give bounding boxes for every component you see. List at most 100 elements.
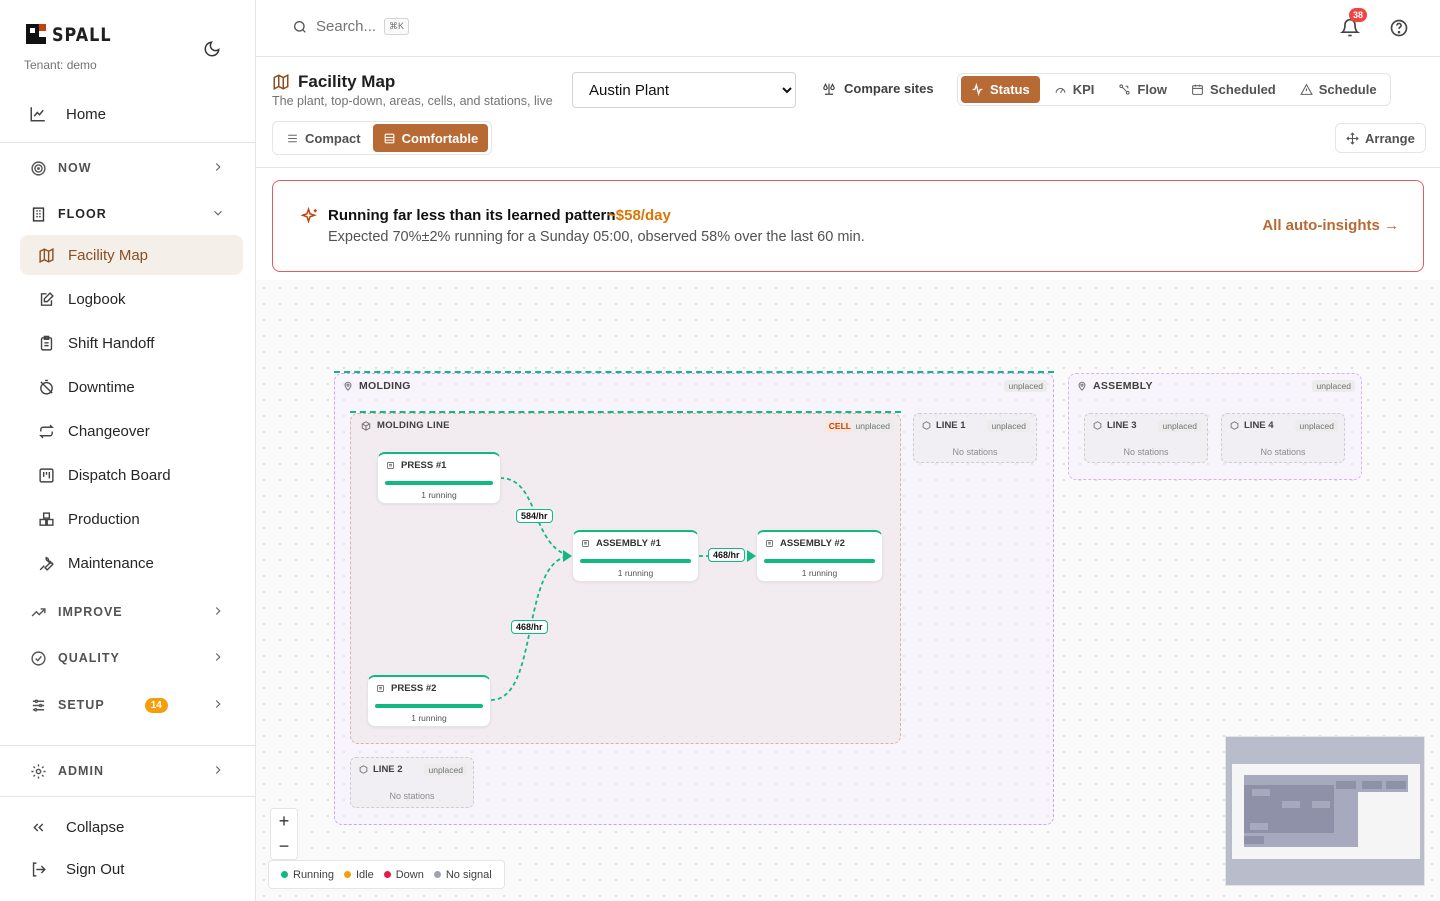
flow-rate-label: 468/hr <box>511 620 548 634</box>
sidebar-item-label: Logbook <box>68 290 126 308</box>
area-header: ASSEMBLY <box>1077 380 1153 392</box>
sidebar-item-downtime[interactable]: Downtime <box>20 367 243 407</box>
minimap-station <box>1252 789 1270 796</box>
site-select[interactable]: Austin Plant <box>572 72 796 108</box>
gear-icon <box>28 761 48 781</box>
minimap-line <box>1362 781 1382 789</box>
page-title: Facility Map <box>272 72 395 92</box>
station-assembly-2[interactable]: ASSEMBLY #2 1 running <box>756 530 883 582</box>
top-bar: Search... ⌘K 38 <box>256 0 1440 57</box>
cube-icon <box>1230 421 1239 430</box>
no-stations-text: No stations <box>1123 447 1169 457</box>
minimap-station <box>1250 823 1268 830</box>
line-2[interactable]: LINE 2 unplaced No stations <box>350 757 474 808</box>
unplaced-badge: unplaced <box>987 420 1030 432</box>
zoom-in-button[interactable]: + <box>271 809 297 834</box>
page-title-text: Facility Map <box>298 72 396 91</box>
all-auto-insights-link[interactable]: All auto-insights → <box>1262 217 1399 234</box>
sidebar-group-now[interactable]: NOW <box>20 148 243 188</box>
arrange-label: Arrange <box>1365 130 1415 146</box>
sidebar-item-logbook[interactable]: Logbook <box>20 279 243 319</box>
sidebar: SPALL Tenant: demo Home NOW FLOOR Facili… <box>0 0 256 901</box>
station-name: ASSEMBLY #2 <box>780 538 845 549</box>
station-status: 1 running <box>411 713 447 723</box>
line-4[interactable]: LINE 4 unplaced No stations <box>1221 413 1345 463</box>
legend-down: Down <box>383 868 424 881</box>
density-compact[interactable]: Compact <box>276 124 371 152</box>
tab-status[interactable]: Status <box>961 76 1040 103</box>
down-dot <box>383 870 391 878</box>
sidebar-group-label: FLOOR <box>58 207 107 221</box>
logo-icon <box>26 24 46 44</box>
boxes-icon <box>36 509 56 529</box>
sidebar-group-quality[interactable]: QUALITY <box>20 638 243 678</box>
station-press-1[interactable]: PRESS #1 1 running <box>377 452 501 504</box>
logout-icon <box>28 859 48 879</box>
pin-icon <box>344 381 352 391</box>
collapse-label: Collapse <box>66 818 125 836</box>
minimap[interactable] <box>1225 736 1425 886</box>
dark-mode-toggle-icon[interactable] <box>203 40 221 58</box>
map-icon <box>36 245 56 265</box>
legend-no-signal: No signal <box>433 869 492 881</box>
machine-icon <box>387 462 394 469</box>
calendar-icon <box>1192 84 1203 95</box>
tab-label: KPI <box>1072 82 1095 97</box>
activity-icon <box>972 83 983 96</box>
legend-running: Running <box>281 869 334 881</box>
station-status: 1 running <box>801 568 838 578</box>
sidebar-group-floor[interactable]: FLOOR <box>20 194 243 234</box>
sidebar-item-label: Production <box>68 510 140 528</box>
cube-icon <box>1093 421 1102 430</box>
station-header: ASSEMBLY #2 <box>765 538 845 549</box>
sparkles-icon <box>301 207 317 224</box>
sidebar-group-setup[interactable]: SETUP 14 <box>20 685 243 725</box>
sidebar-item-maintenance[interactable]: Maintenance <box>20 543 243 583</box>
sidebar-item-changeover[interactable]: Changeover <box>20 411 243 451</box>
no-stations-text: No stations <box>952 447 998 457</box>
unplaced-badge: unplaced <box>851 420 894 432</box>
check-circle-icon <box>28 648 48 668</box>
tab-kpi[interactable]: KPI <box>1044 76 1105 103</box>
tab-scheduled[interactable]: Scheduled <box>1181 76 1286 103</box>
density-comfortable[interactable]: Comfortable <box>372 124 489 152</box>
building-icon <box>28 204 48 224</box>
collapse-button[interactable]: Collapse <box>20 807 243 847</box>
station-press-2[interactable]: PRESS #2 1 running <box>367 675 491 727</box>
brand-logo[interactable]: SPALL <box>26 23 112 45</box>
sidebar-item-label: Downtime <box>68 378 135 396</box>
sidebar-item-shift-handoff[interactable]: Shift Handoff <box>20 323 243 363</box>
sidebar-group-admin[interactable]: ADMIN <box>20 751 243 791</box>
arrange-button[interactable]: Arrange <box>1335 123 1426 153</box>
status-bar-fill <box>764 559 875 563</box>
tenant-label: Tenant: demo <box>24 58 97 72</box>
workflow-icon <box>1119 84 1131 95</box>
legend-label: Down <box>395 868 424 881</box>
search-input[interactable]: Search... ⌘K <box>292 18 410 35</box>
density-label: Compact <box>305 130 361 146</box>
zoom-out-button[interactable]: − <box>271 834 297 859</box>
help-icon[interactable] <box>1389 18 1409 38</box>
sidebar-group-label: ADMIN <box>58 764 104 778</box>
sidebar-item-production[interactable]: Production <box>20 499 243 539</box>
sidebar-item-dispatch-board[interactable]: Dispatch Board <box>20 455 243 495</box>
warning-icon <box>1299 83 1313 95</box>
trending-up-icon <box>28 602 48 622</box>
station-assembly-1[interactable]: ASSEMBLY #1 1 running <box>572 530 699 582</box>
tab-schedule[interactable]: Schedule <box>1290 76 1387 103</box>
sidebar-item-label: Changeover <box>68 422 150 440</box>
chevron-right-icon <box>215 163 221 171</box>
status-bar <box>764 559 875 563</box>
station-name: ASSEMBLY #1 <box>596 538 661 549</box>
sidebar-item-home[interactable]: Home <box>20 94 243 134</box>
legend-idle: Idle <box>343 869 374 881</box>
divider <box>0 745 255 746</box>
line-1[interactable]: LINE 1 unplaced No stations <box>913 413 1037 463</box>
line-3[interactable]: LINE 3 unplaced No stations <box>1084 413 1208 463</box>
sign-out-button[interactable]: Sign Out <box>20 849 243 889</box>
tab-flow[interactable]: Flow <box>1108 76 1177 103</box>
sidebar-group-improve[interactable]: IMPROVE <box>20 592 243 632</box>
sidebar-item-facility-map[interactable]: Facility Map <box>20 235 243 275</box>
sidebar-group-label: SETUP <box>58 698 105 712</box>
compare-sites-button[interactable]: Compare sites <box>822 81 934 96</box>
